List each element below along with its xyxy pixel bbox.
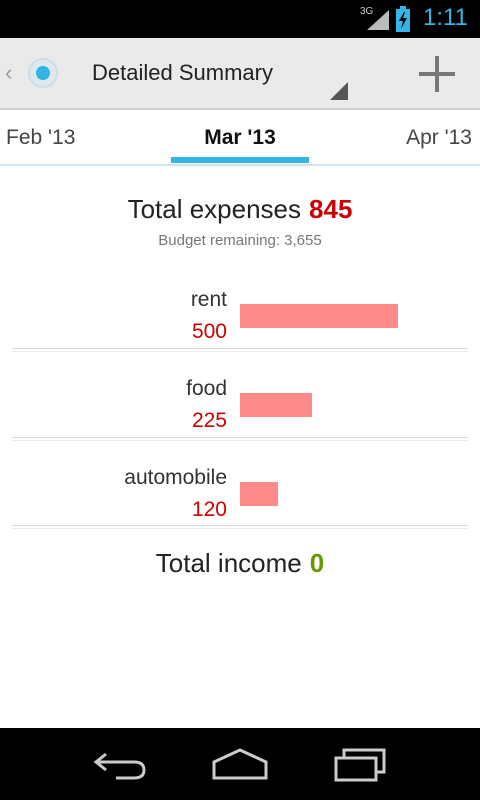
total-income-value: 0 (309, 548, 325, 578)
total-income-label: Total income (155, 548, 302, 578)
status-clock: 1:11 (423, 4, 468, 31)
app-icon[interactable] (28, 58, 58, 88)
row-divider (12, 437, 468, 441)
category-amount: 120 (191, 498, 227, 521)
tab-next-month[interactable]: Apr '13 (406, 126, 472, 150)
back-icon[interactable] (90, 746, 150, 782)
total-income: Total income 0 (0, 548, 480, 579)
nav-spinner-title[interactable]: Detailed Summary (92, 60, 273, 86)
total-expenses: Total expenses 845 (0, 194, 480, 225)
battery-icon (396, 6, 410, 32)
month-tab-strip: Feb '13 Mar '13 Apr '13 (0, 110, 480, 166)
system-nav-bar (0, 728, 480, 800)
category-amount: 225 (191, 409, 227, 432)
category-bar (240, 482, 278, 506)
signal-icon (367, 10, 389, 30)
plus-icon[interactable] (415, 52, 459, 96)
up-caret-icon[interactable]: ‹ (5, 60, 12, 86)
status-bar: 3G 1:11 (0, 0, 480, 38)
category-bar (240, 393, 312, 417)
home-icon[interactable] (210, 746, 270, 782)
action-bar: ‹ Detailed Summary (0, 38, 480, 110)
category-name: food (186, 377, 227, 400)
app-icon-dot (36, 66, 50, 80)
spinner-dropdown-icon[interactable] (330, 82, 348, 100)
summary-content: Total expenses 845 Budget remaining: 3,65… (0, 166, 480, 728)
total-expenses-label: Total expenses (127, 194, 302, 224)
total-expenses-value: 845 (309, 194, 353, 224)
tab-indicator (171, 157, 309, 163)
budget-remaining: Budget remaining: 3,655 (158, 232, 322, 249)
row-divider (12, 348, 468, 352)
category-name: automobile (124, 466, 227, 489)
row-divider (12, 525, 468, 529)
recents-icon[interactable] (330, 746, 390, 782)
category-amount: 500 (191, 320, 227, 343)
category-bar (240, 304, 398, 328)
category-name: rent (190, 288, 227, 311)
